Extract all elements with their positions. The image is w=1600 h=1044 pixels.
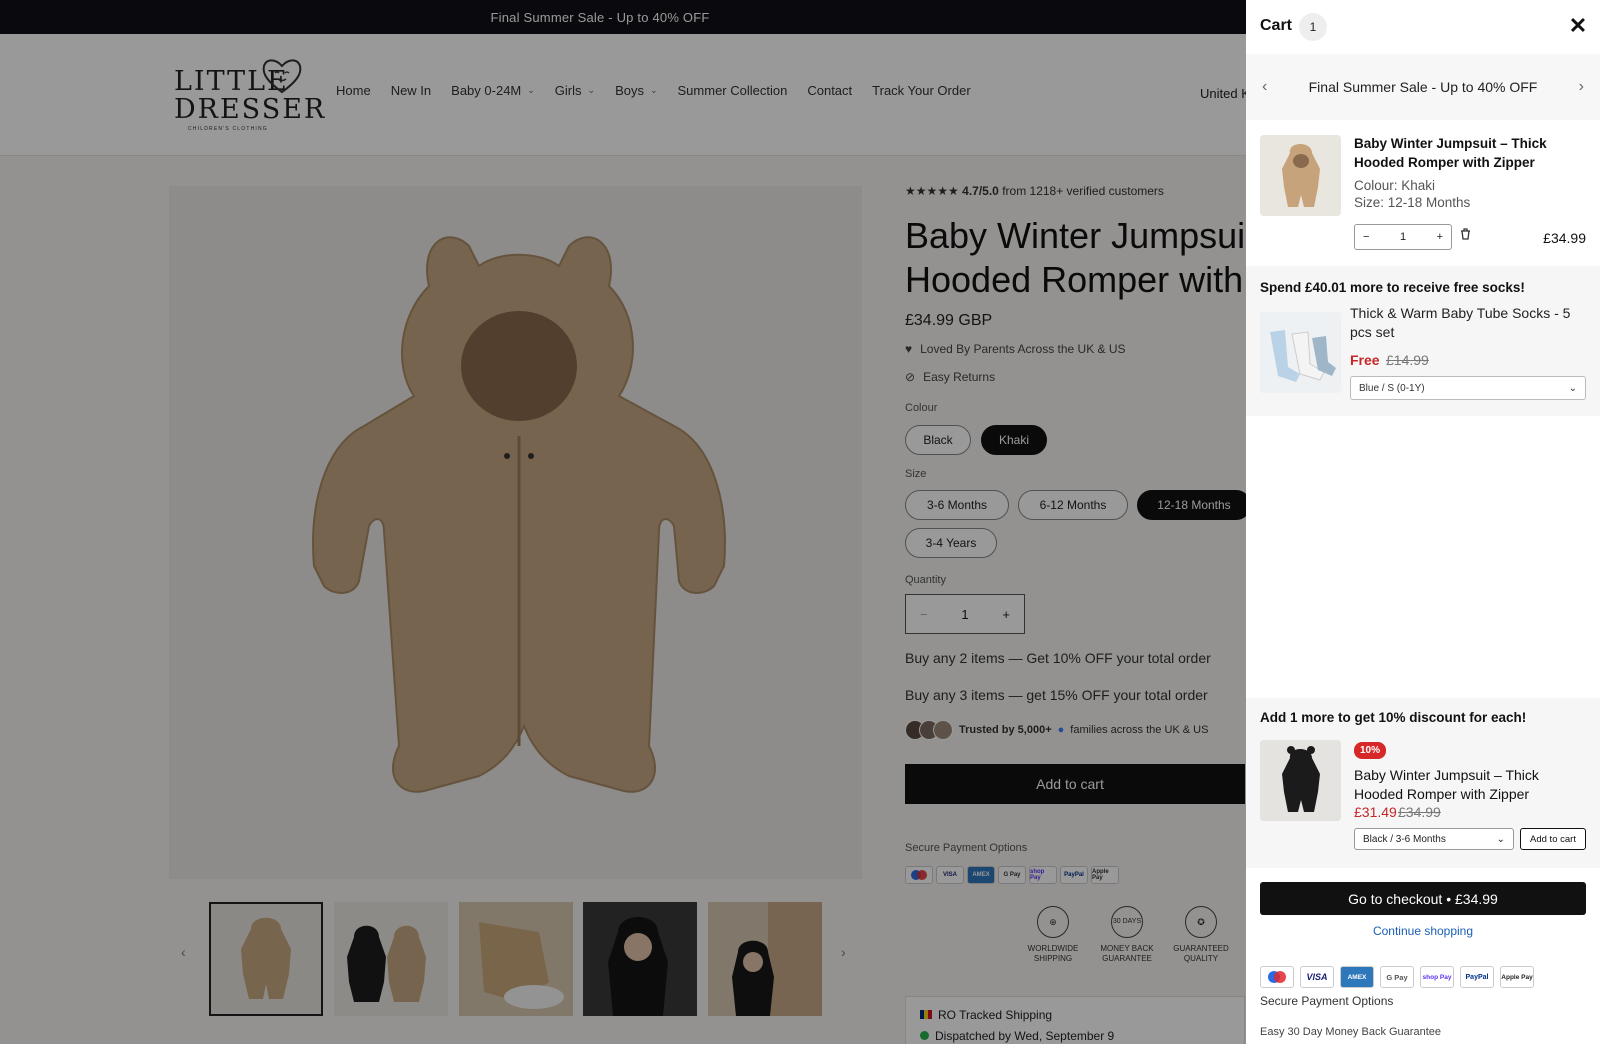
continue-shopping-link[interactable]: Continue shopping <box>1246 924 1600 938</box>
free-gift-name[interactable]: Thick & Warm Baby Tube Socks - 5 pcs set <box>1350 304 1586 342</box>
chevron-down-icon: ⌄ <box>1568 382 1577 394</box>
shoppay-icon: shop Pay <box>1420 966 1454 988</box>
cart-drawer: Cart 1 ✕ ‹ Final Summer Sale - Up to 40%… <box>1246 0 1600 1044</box>
romper-black-thumb <box>1260 740 1341 821</box>
minus-icon[interactable]: − <box>1363 231 1369 243</box>
free-gift-title: Spend £40.01 more to receive free socks! <box>1260 280 1525 295</box>
chevron-down-icon: ⌄ <box>1496 833 1505 845</box>
amex-icon: AMEX <box>1340 966 1374 988</box>
plus-icon[interactable]: + <box>1437 231 1443 243</box>
cart-secure-payment-label: Secure Payment Options <box>1260 994 1394 1008</box>
free-gift-old-price: £14.99 <box>1386 352 1429 368</box>
cart-item-image[interactable] <box>1260 135 1341 216</box>
chevron-left-icon[interactable]: ‹ <box>1262 78 1267 96</box>
payment-icons: VISA AMEX G Pay shop Pay PayPal Apple Pa… <box>1260 966 1534 988</box>
cart-count-badge: 1 <box>1299 13 1327 41</box>
cart-item-size: Size: 12-18 Months <box>1354 195 1471 210</box>
checkout-button[interactable]: Go to checkout • £34.99 <box>1260 882 1586 915</box>
free-gift-variant-value: Blue / S (0-1Y) <box>1359 382 1425 394</box>
cart-quantity-value[interactable]: 1 <box>1400 231 1406 243</box>
page-overlay[interactable] <box>0 0 1246 1044</box>
socks-thumb <box>1260 312 1341 393</box>
upsell-add-to-cart-button[interactable]: Add to cart <box>1520 828 1586 850</box>
cart-announcement-text: Final Summer Sale - Up to 40% OFF <box>1308 79 1538 95</box>
trash-icon[interactable] <box>1460 228 1471 243</box>
gpay-icon: G Pay <box>1380 966 1414 988</box>
cart-line-item: Baby Winter Jumpsuit – Thick Hooded Romp… <box>1246 120 1600 266</box>
cart-item-price: £34.99 <box>1543 230 1586 246</box>
discount-badge: 10% <box>1354 742 1387 759</box>
upsell-variant-value: Black / 3-6 Months <box>1363 833 1446 845</box>
upsell-image[interactable] <box>1260 740 1341 821</box>
applepay-icon: Apple Pay <box>1500 966 1534 988</box>
upsell-old-price: £34.99 <box>1398 804 1441 820</box>
free-gift-variant-select[interactable]: Blue / S (0-1Y) ⌄ <box>1350 376 1586 400</box>
upsell-name[interactable]: Baby Winter Jumpsuit – Thick Hooded Romp… <box>1354 766 1584 804</box>
free-gift-block: Spend £40.01 more to receive free socks!… <box>1246 266 1600 416</box>
cart-announcement: ‹ Final Summer Sale - Up to 40% OFF › <box>1246 54 1600 120</box>
cart-guarantee-text: Easy 30 Day Money Back Guarantee <box>1260 1026 1441 1038</box>
chevron-right-icon[interactable]: › <box>1579 78 1584 96</box>
upsell-new-price: £31.49 <box>1354 804 1397 820</box>
romper-khaki-cart-thumb <box>1260 135 1341 216</box>
paypal-icon: PayPal <box>1460 966 1494 988</box>
visa-icon: VISA <box>1300 966 1334 988</box>
free-gift-price: Free <box>1350 352 1380 368</box>
cart-title: Cart <box>1260 17 1293 34</box>
cart-item-name[interactable]: Baby Winter Jumpsuit – Thick Hooded Romp… <box>1354 134 1584 172</box>
upsell-variant-select[interactable]: Black / 3-6 Months ⌄ <box>1354 828 1514 850</box>
socks-image[interactable] <box>1260 312 1341 393</box>
cart-quantity-stepper: − 1 + <box>1354 224 1452 250</box>
close-icon[interactable]: ✕ <box>1566 14 1590 38</box>
maestro-icon <box>1260 966 1294 988</box>
cart-header: Cart 1 ✕ <box>1246 0 1600 54</box>
cart-item-colour: Colour: Khaki <box>1354 178 1436 193</box>
upsell-title: Add 1 more to get 10% discount for each! <box>1260 710 1527 725</box>
upsell-block: Add 1 more to get 10% discount for each!… <box>1246 698 1600 868</box>
